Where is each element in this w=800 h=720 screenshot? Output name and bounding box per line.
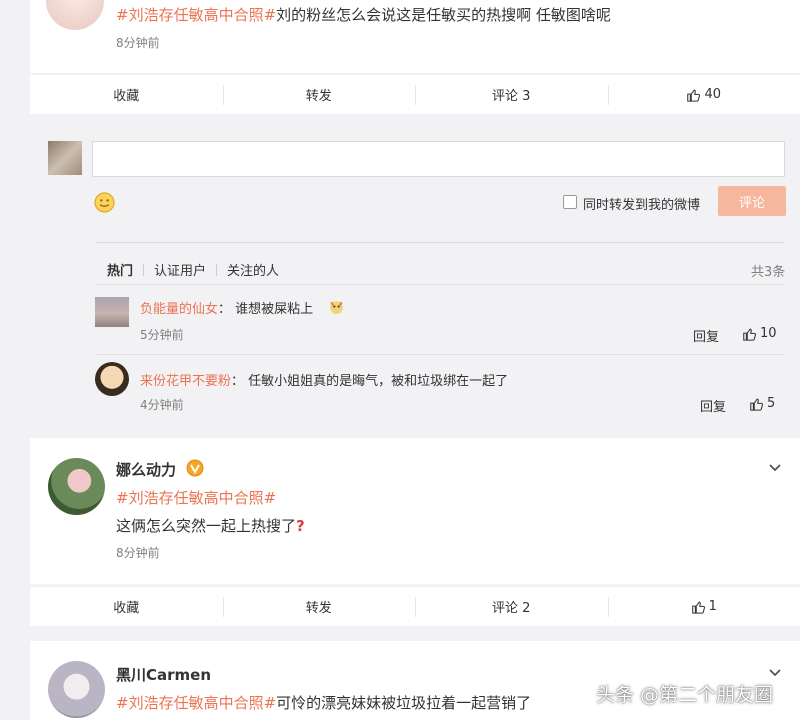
reply-button[interactable]: 回复 [700, 396, 726, 415]
comment-total: 共3条 [751, 265, 786, 280]
comment-line: 来份花甲不要粉： 任敏小姐姐真的是晦气，被和垃圾绑在一起了 [140, 370, 508, 389]
thumbs-up-icon [687, 89, 701, 102]
comment-section: 同时转发到我的微博 评论 热门 认证用户 关注的人 共3条 负能量的仙女： 谁想… [30, 118, 800, 420]
comment-like-button[interactable]: 5 [749, 396, 775, 411]
author-name[interactable]: 娜么动力 [116, 459, 176, 480]
avatar[interactable] [46, 0, 104, 30]
comment-submit-button[interactable]: 评论 [718, 186, 786, 216]
thumbs-up-icon [743, 328, 756, 341]
verified-badge-icon [186, 459, 204, 477]
comment-time: 4分钟前 [140, 398, 184, 412]
like-button[interactable]: 40 [607, 75, 800, 114]
comment-text: 谁想被屎粘上 [235, 302, 314, 317]
thumbs-up-icon [750, 398, 763, 411]
divider [95, 354, 785, 355]
topic-link[interactable]: #刘浩存任敏高中合照# [116, 694, 276, 712]
like-count: 40 [704, 87, 722, 102]
repost-label: 转发 [305, 601, 332, 616]
tab-separator [143, 263, 145, 276]
comment-input[interactable] [92, 141, 785, 177]
tab-verified[interactable]: 认证用户 [154, 260, 206, 279]
chevron-down-icon[interactable] [768, 666, 782, 680]
my-avatar [48, 141, 82, 175]
comment-label: 评论 3 [492, 89, 531, 104]
chevron-down-icon[interactable] [768, 461, 782, 475]
avatar[interactable] [48, 458, 105, 515]
repost-checkbox[interactable] [563, 195, 577, 209]
post-body-line: 这俩怎么突然一起上热搜了? [116, 515, 305, 536]
emoji-icon[interactable] [94, 192, 115, 213]
comment-button[interactable]: 评论 2 [415, 587, 608, 626]
tab-following[interactable]: 关注的人 [227, 260, 279, 279]
comment-like-button[interactable]: 10 [742, 326, 777, 341]
topic-link[interactable]: #刘浩存任敏高中合照# [116, 6, 276, 24]
collect-label: 收藏 [113, 89, 140, 104]
topic-link[interactable]: #刘浩存任敏高中合照# [116, 489, 276, 507]
post-body: 刘的粉丝怎么会说这是任敏买的热搜啊 任敏图啥呢 [276, 6, 611, 24]
comment-like-count: 10 [760, 326, 777, 341]
post-text: #刘浩存任敏高中合照#刘的粉丝怎么会说这是任敏买的热搜啊 任敏图啥呢 [116, 4, 611, 25]
post-card-2: 娜么动力 #刘浩存任敏高中合照# 这俩怎么突然一起上热搜了? 8分钟前 [30, 438, 800, 584]
comment-text: 任敏小姐姐真的是晦气，被和垃圾绑在一起了 [248, 374, 509, 389]
repost-button[interactable]: 转发 [222, 587, 416, 626]
commenter-name[interactable]: 来份花甲不要粉 [140, 374, 231, 389]
commenter-avatar[interactable] [95, 297, 129, 327]
comment-time: 5分钟前 [140, 328, 184, 342]
post-card-1: #刘浩存任敏高中合照#刘的粉丝怎么会说这是任敏买的热搜啊 任敏图啥呢 8分钟前 [30, 0, 800, 73]
colon: ： [218, 302, 232, 317]
commenter-name[interactable]: 负能量的仙女 [140, 302, 218, 317]
comment-filter-tabs: 热门 认证用户 关注的人 [107, 260, 279, 279]
like-button[interactable]: 1 [607, 587, 800, 626]
repost-label: 转发 [305, 89, 332, 104]
comment-button[interactable]: 评论 3 [415, 75, 608, 114]
post-body: 这俩怎么突然一起上热搜了 [116, 517, 297, 535]
thumbs-up-icon [691, 601, 705, 614]
post-time[interactable]: 8分钟前 [116, 34, 160, 51]
avatar[interactable] [48, 661, 105, 718]
divider [95, 242, 785, 243]
dog-emoji-icon [330, 301, 343, 314]
post-text: #刘浩存任敏高中合照#可怜的漂亮妹妹被垃圾拉着一起营销了 [116, 692, 531, 713]
divider [95, 284, 785, 285]
question-mark-icon: ? [296, 517, 305, 535]
watermark: 头条 @第二个朋友圈 [596, 684, 774, 706]
collect-button[interactable]: 收藏 [30, 75, 223, 114]
repost-button[interactable]: 转发 [222, 75, 416, 114]
topic-line: #刘浩存任敏高中合照# [116, 487, 276, 508]
comment-like-count: 5 [767, 396, 776, 411]
action-bar: 收藏 转发 评论 3 40 [30, 74, 800, 114]
collect-button[interactable]: 收藏 [30, 587, 223, 626]
post-time[interactable]: 8分钟前 [116, 544, 160, 561]
collect-label: 收藏 [113, 601, 140, 616]
comment-line: 负能量的仙女： 谁想被屎粘上 [140, 298, 313, 317]
tab-separator [216, 263, 218, 276]
tab-hot[interactable]: 热门 [107, 260, 133, 279]
reply-button[interactable]: 回复 [693, 326, 719, 345]
commenter-avatar[interactable] [95, 362, 129, 396]
repost-checkbox-label[interactable]: 同时转发到我的微博 [583, 194, 700, 213]
colon: ： [231, 374, 245, 389]
post-body: 可怜的漂亮妹妹被垃圾拉着一起营销了 [276, 694, 532, 712]
action-bar: 收藏 转发 评论 2 1 [30, 586, 800, 626]
author-name[interactable]: 黑川Carmen [116, 664, 211, 685]
like-count: 1 [708, 599, 717, 614]
comment-label: 评论 2 [492, 601, 531, 616]
